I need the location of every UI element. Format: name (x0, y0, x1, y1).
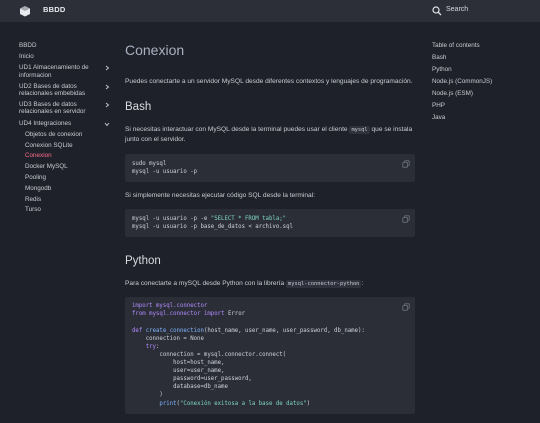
code-segment: mysql -u usuario -p -e (132, 216, 211, 222)
sidebar-item-pooling[interactable]: Pooling (25, 174, 114, 181)
top-header: BBDD Search (0, 0, 540, 22)
search-placeholder: Search (446, 6, 469, 13)
code-function: print (159, 400, 177, 407)
code-module: mysql.connector (149, 311, 201, 318)
python-paragraph-1: Para conectarte a mySQL desde Python con… (125, 279, 415, 289)
code-block-bash-2: mysql -u usuario -p -e "SELECT * FROM ta… (125, 209, 415, 238)
section-heading-bash: Bash (125, 101, 152, 114)
sidebar-item-ud1[interactable]: UD1 Almacenamiento de informacion (19, 64, 114, 79)
sidebar-item-mongodb[interactable]: Mongodb (25, 185, 114, 192)
code-segment: mysql -u usuario -p base_de_datos < arch… (132, 224, 293, 231)
code-string: "Conexión exitosa a la base de datos" (179, 400, 307, 407)
search-box[interactable]: Search (425, 2, 525, 19)
intro-paragraph: Puedes conectarte a un servidor MySQL de… (125, 78, 413, 85)
sidebar-subnav: Objetos de conexion Conexion SQLite Cone… (19, 131, 114, 214)
code-function: create_connection (145, 327, 204, 334)
sidebar-item-label: UD2 Bases de datos relacionales embebida… (19, 82, 86, 98)
logo-icon[interactable] (19, 5, 31, 17)
text: : (361, 280, 364, 288)
code-segment: Error (227, 311, 246, 318)
toc-item-bash[interactable]: Bash (432, 54, 532, 61)
chevron-right-icon[interactable] (104, 65, 110, 71)
bash-paragraph-2: Si simplemente necesitas ejecutar código… (125, 191, 315, 199)
table-of-contents: Table of contents Bash Python Node.js (C… (432, 42, 532, 127)
main-content: Conexion Puedes conectarte a un servidor… (125, 42, 415, 423)
sidebar-item-inicio[interactable]: Inicio (19, 53, 114, 60)
sidebar-item-ud4[interactable]: UD4 Integraciones (19, 120, 114, 127)
chevron-right-icon[interactable] (104, 84, 110, 90)
code-segment: database=db_name (132, 384, 228, 391)
toc-item-php[interactable]: PHP (432, 102, 532, 109)
code-block-bash-1: sudo mysql mysql -u usuario -p (125, 153, 415, 182)
text: Si necesitas interactuar con MySQL desde… (125, 126, 350, 134)
sidebar-item-docker-mysql[interactable]: Docker MySQL (25, 163, 114, 170)
code-text: sudo mysql mysql -u usuario -p (132, 160, 198, 175)
code-segment: connection = None (132, 335, 204, 342)
toc-item-nodejs-commonjs[interactable]: Node.js (CommonJS) (432, 78, 532, 85)
code-keyword: def (132, 327, 143, 334)
inline-code: mysql-connector-python (286, 280, 362, 289)
bash-paragraph-1: Si necesitas interactuar con MySQL desde… (125, 125, 415, 145)
toc-item-java[interactable]: Java (432, 114, 532, 121)
code-segment: password=user_password, (132, 376, 252, 383)
toc-item-python[interactable]: Python (432, 66, 532, 73)
code-block-python: import mysql.connector from mysql.connec… (125, 297, 415, 414)
sidebar-item-conexion-sqlite[interactable]: Conexion SQLite (25, 142, 114, 149)
sidebar-nav: BBDD Inicio UD1 Almacenamiento de inform… (19, 42, 114, 217)
sidebar-item-turso[interactable]: Turso (25, 206, 114, 213)
sidebar-item-label: UD4 Integraciones (19, 119, 72, 127)
copy-icon[interactable] (402, 303, 410, 311)
code-keyword: import (203, 311, 225, 318)
sidebar-item-ud2[interactable]: UD2 Bases de datos relacionales embebida… (19, 83, 114, 97)
page-title: Conexion (125, 42, 185, 58)
sidebar-item-conexion[interactable]: Conexion (25, 152, 114, 159)
sidebar-item-ud3[interactable]: UD3 Bases de datos relacionales en servi… (19, 101, 114, 115)
code-segment: ) (132, 392, 163, 399)
code-segment: user=user_name, (132, 368, 225, 375)
code-keyword: from (132, 311, 146, 318)
code-text: import mysql.connector from mysql.connec… (132, 303, 365, 407)
site-title[interactable]: BBDD (43, 5, 65, 14)
inline-code: mysql (349, 126, 370, 135)
sidebar-item-bbdd[interactable]: BBDD (19, 42, 114, 49)
copy-icon[interactable] (402, 215, 410, 223)
code-segment: host=host_name, (132, 360, 225, 367)
toc-item-nodejs-esm[interactable]: Node.js (ESM) (432, 90, 532, 97)
copy-icon[interactable] (402, 160, 410, 168)
chevron-right-icon[interactable] (104, 102, 110, 108)
sidebar-item-label: UD1 Almacenamiento de informacion (19, 64, 89, 79)
code-segment: connection = mysql.connector.connect( (132, 351, 287, 358)
search-icon (432, 6, 442, 16)
sidebar-item-redis[interactable]: Redis (25, 196, 114, 203)
code-segment: (host_name, user_name, user_password, db… (203, 327, 365, 334)
code-module: mysql.connector (155, 303, 208, 310)
sidebar-item-label: UD3 Bases de datos relacionales en servi… (19, 101, 86, 116)
code-keyword: import (132, 303, 153, 310)
code-text: mysql -u usuario -p -e "SELECT * FROM ta… (132, 215, 408, 231)
chevron-down-icon[interactable] (104, 121, 110, 127)
code-string: "SELECT * FROM tabla;" (210, 216, 287, 222)
code-keyword: try (145, 343, 156, 350)
sidebar-item-objetos-de-conexion[interactable]: Objetos de conexion (25, 131, 114, 138)
toc-title: Table of contents (432, 42, 480, 49)
section-heading-python: Python (125, 255, 161, 268)
text: Para conectarte a mySQL desde Python con… (125, 280, 287, 288)
